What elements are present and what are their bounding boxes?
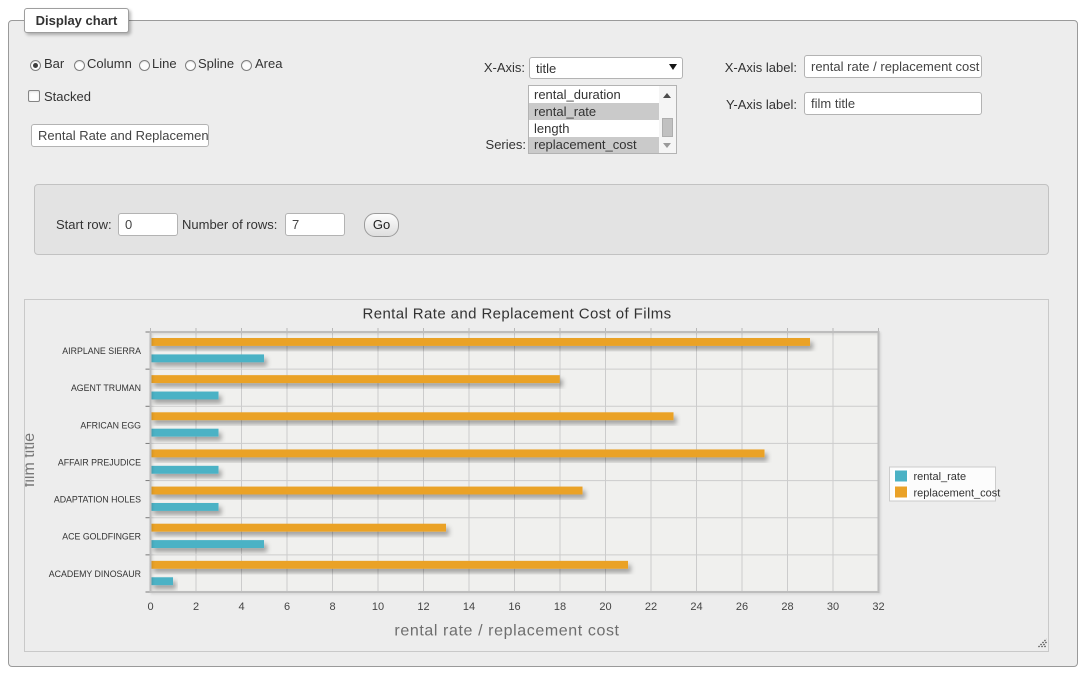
- svg-text:30: 30: [827, 601, 839, 613]
- svg-text:0: 0: [147, 601, 153, 613]
- svg-text:6: 6: [284, 601, 290, 613]
- svg-text:10: 10: [372, 601, 384, 613]
- svg-text:AFFAIR PREJUDICE: AFFAIR PREJUDICE: [58, 457, 141, 467]
- svg-text:rental_rate: rental_rate: [914, 471, 967, 483]
- svg-text:AIRPLANE SIERRA: AIRPLANE SIERRA: [62, 346, 141, 356]
- svg-text:2: 2: [193, 601, 199, 613]
- svg-text:ACADEMY DINOSAUR: ACADEMY DINOSAUR: [49, 569, 141, 579]
- svg-text:replacement_cost: replacement_cost: [914, 488, 1001, 500]
- svg-text:20: 20: [599, 601, 611, 613]
- svg-text:22: 22: [645, 601, 657, 613]
- svg-text:AFRICAN EGG: AFRICAN EGG: [80, 420, 141, 430]
- svg-text:12: 12: [417, 601, 429, 613]
- svg-text:ACE GOLDFINGER: ACE GOLDFINGER: [62, 532, 141, 542]
- svg-text:16: 16: [508, 601, 520, 613]
- svg-text:film title: film title: [25, 433, 38, 487]
- svg-text:26: 26: [736, 601, 748, 613]
- svg-text:32: 32: [872, 601, 884, 613]
- svg-text:rental rate / replacement cost: rental rate / replacement cost: [394, 623, 619, 640]
- svg-text:24: 24: [690, 601, 702, 613]
- svg-text:18: 18: [554, 601, 566, 613]
- svg-text:AGENT TRUMAN: AGENT TRUMAN: [71, 383, 141, 393]
- svg-text:Rental Rate and Replacement Co: Rental Rate and Replacement Cost of Film…: [362, 306, 671, 323]
- svg-text:4: 4: [238, 601, 244, 613]
- svg-text:8: 8: [329, 601, 335, 613]
- svg-text:28: 28: [781, 601, 793, 613]
- svg-text:ADAPTATION HOLES: ADAPTATION HOLES: [54, 495, 141, 505]
- svg-text:14: 14: [463, 601, 475, 613]
